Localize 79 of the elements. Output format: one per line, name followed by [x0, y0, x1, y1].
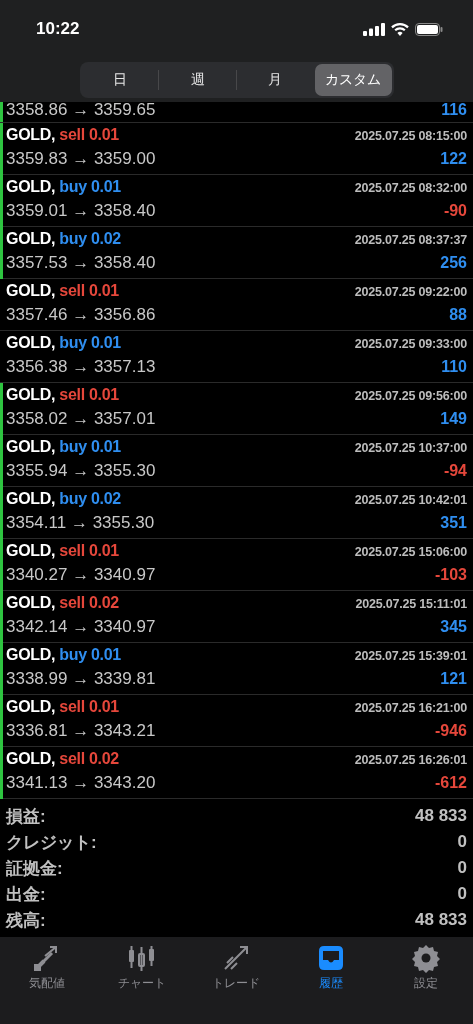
deal-title: GOLD, sell 0.02	[6, 594, 119, 612]
deal-title: GOLD, buy 0.02	[6, 490, 121, 508]
period-tab[interactable]: 月	[237, 64, 314, 96]
deal-title: GOLD, buy 0.01	[6, 646, 121, 664]
period-tab[interactable]: カスタム	[314, 64, 392, 96]
price-range: 3341.13 → 3343.20	[6, 773, 156, 793]
summary-label: 残高:	[6, 909, 46, 932]
deal-title: GOLD, buy 0.01	[6, 178, 121, 196]
price-range: 3357.46 → 3356.86	[6, 305, 156, 325]
profit-value: 121	[440, 670, 467, 688]
tab-bar-item[interactable]: 気配値	[0, 941, 95, 994]
deal-time: 2025.07.25 08:32:00	[354, 181, 467, 195]
wifi-icon	[391, 22, 409, 36]
price-range: 3342.14 → 3340.97	[6, 617, 156, 637]
profit-value: 122	[440, 150, 467, 168]
profit-value: 110	[441, 358, 467, 376]
price-range: 3359.83 → 3359.00	[6, 149, 156, 169]
summary-value: 48 833	[415, 910, 467, 930]
summary-label: 損益:	[6, 805, 46, 828]
deal-time: 2025.07.25 08:15:00	[354, 129, 467, 143]
summary-label: クレジット:	[6, 831, 97, 854]
price-range: 3340.27 → 3340.97	[6, 565, 156, 585]
price-range: 3354.11 → 3355.30	[6, 513, 155, 533]
profit-value: -946	[434, 722, 467, 740]
deal-time: 2025.07.25 15:39:01	[354, 649, 467, 663]
deal-time: 2025.07.25 15:06:00	[354, 545, 467, 559]
tab-bar-item[interactable]: 設定	[378, 941, 473, 994]
price-range: 3359.01 → 3358.40	[6, 201, 156, 221]
deal-time: 2025.07.25 16:21:00	[354, 701, 467, 715]
deal-title: GOLD, sell 0.01	[6, 542, 119, 560]
deal-title: GOLD, sell 0.01	[6, 282, 119, 300]
summary-value: 48 833	[415, 806, 467, 826]
deal-title: GOLD, sell 0.01	[6, 698, 119, 716]
deal-title: GOLD, buy 0.02	[6, 230, 121, 248]
deal-time: 2025.07.25 10:37:00	[354, 441, 467, 455]
deal-time: 2025.07.25 09:22:00	[354, 285, 467, 299]
summary-value: 0	[457, 884, 467, 904]
summary-label: 出金:	[6, 883, 46, 906]
price-range: 3338.99 → 3339.81	[6, 669, 156, 689]
deal-time: 2025.07.25 15:11:01	[355, 597, 467, 611]
summary-value: 0	[457, 858, 467, 878]
profit-value: -612	[434, 774, 467, 792]
period-tab[interactable]: 日	[81, 64, 159, 96]
summary-label: 証拠金:	[6, 857, 63, 880]
profit-value: -94	[443, 462, 467, 480]
period-tab[interactable]: 週	[159, 64, 236, 96]
tab-bar-item[interactable]: トレード	[189, 941, 284, 994]
price-range: 3357.53 → 3358.40	[6, 253, 156, 273]
profit-value: 116	[441, 102, 467, 119]
price-range: 3356.38 → 3357.13	[6, 357, 156, 377]
price-range: 3358.02 → 3357.01	[6, 409, 156, 429]
deal-title: GOLD, buy 0.01	[6, 438, 121, 456]
deal-title: GOLD, sell 0.01	[6, 126, 119, 144]
deal-time: 2025.07.25 09:56:00	[354, 389, 467, 403]
price-range: 3358.86 → 3359.65	[6, 102, 156, 120]
clock-time: 10:22	[36, 19, 80, 39]
profit-value: -90	[443, 202, 467, 220]
deal-title: GOLD, sell 0.02	[6, 750, 119, 768]
deal-time: 2025.07.25 08:37:37	[354, 233, 467, 247]
profit-value: 351	[440, 514, 467, 532]
tab-bar-item[interactable]: チャート	[94, 941, 190, 994]
tab-bar-item[interactable]: 履歴	[283, 941, 379, 994]
summary-value: 0	[457, 832, 467, 852]
profit-value: 149	[440, 410, 467, 428]
profit-value: -103	[434, 566, 467, 584]
deal-time: 2025.07.25 10:42:01	[354, 493, 467, 507]
settings-icon	[410, 943, 441, 973]
profit-value: 345	[440, 618, 467, 636]
profit-value: 88	[449, 306, 467, 324]
battery-icon	[415, 22, 443, 36]
deal-time: 2025.07.25 09:33:00	[354, 337, 467, 351]
signal-icon	[363, 22, 385, 36]
deal-title: GOLD, sell 0.01	[6, 386, 119, 404]
price-range: 3355.94 → 3355.30	[6, 461, 156, 481]
profit-value: 256	[440, 254, 467, 272]
deal-title: GOLD, buy 0.01	[6, 334, 121, 352]
candlestick-icon	[126, 943, 157, 973]
deal-time: 2025.07.25 16:26:01	[354, 753, 467, 767]
price-range: 3336.81 → 3343.21	[6, 721, 156, 741]
